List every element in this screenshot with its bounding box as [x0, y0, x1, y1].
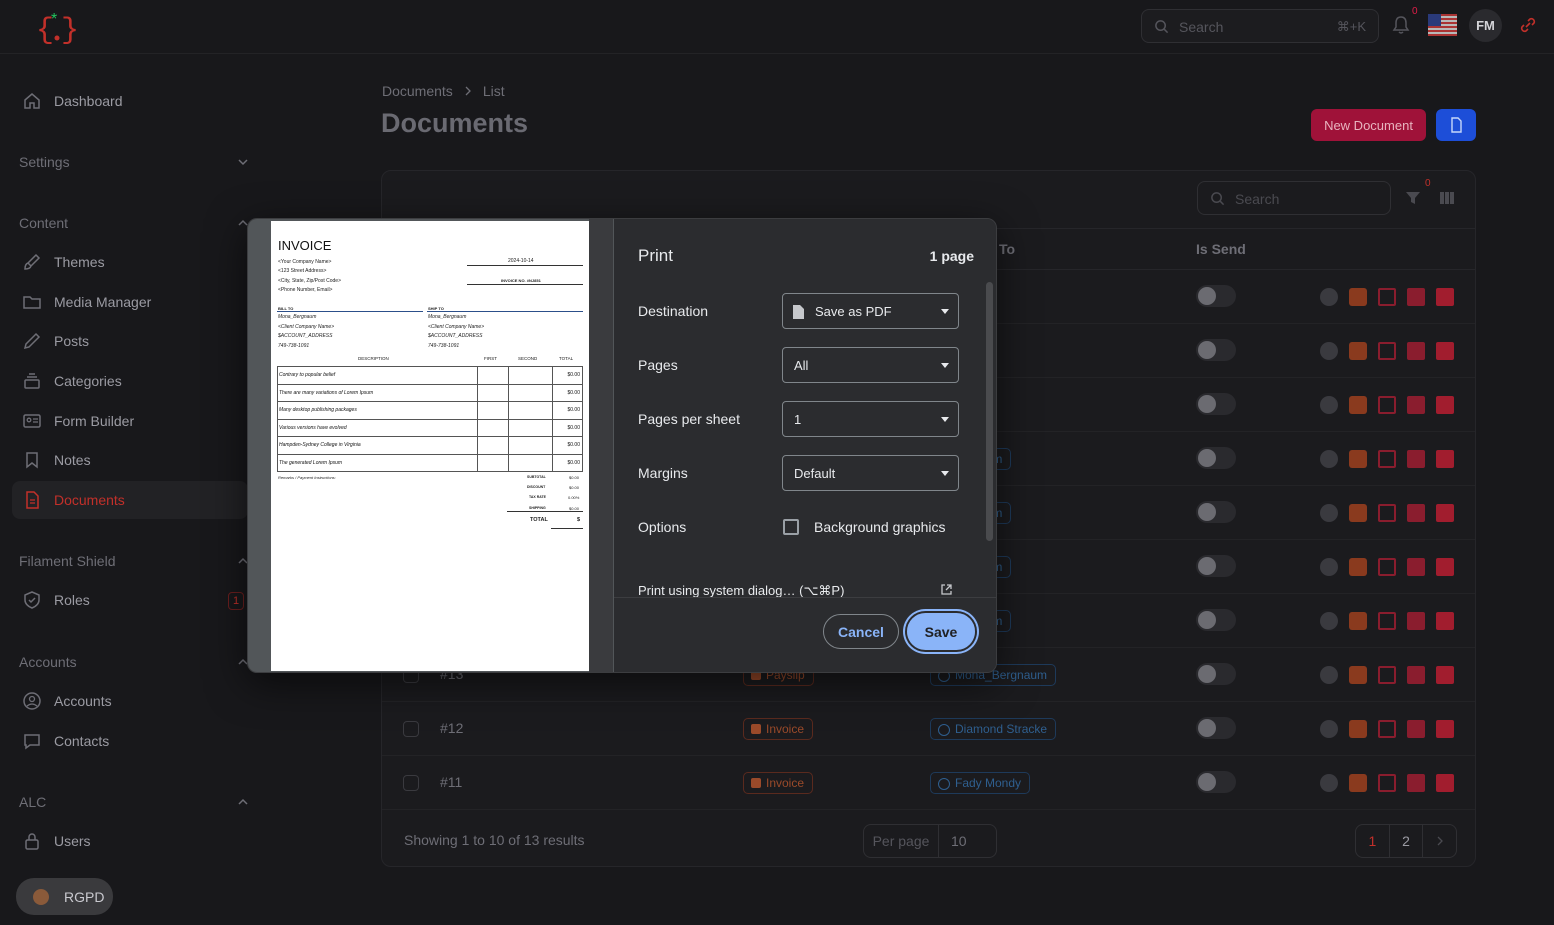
- discount-value: $0.00: [569, 485, 580, 490]
- invoice-title: INVOICE: [278, 238, 332, 253]
- item-first: [477, 453, 509, 472]
- item-description: Hampden-Sydney College in Virginia: [277, 436, 478, 455]
- margins-label: Margins: [638, 465, 688, 481]
- invoice-street: <123 Street Address>: [278, 268, 327, 274]
- invoice-number: INVOICE NO. #NJ851: [501, 278, 541, 283]
- invoice-item-row: There are many variations of Lorem Ipsum…: [277, 383, 583, 402]
- item-first: [477, 418, 509, 437]
- item-second: [508, 383, 553, 402]
- total-label: TOTAL: [530, 517, 548, 523]
- divider: [551, 528, 583, 529]
- invoice-item-row: Many desktop publishing packages $0.00: [277, 401, 583, 420]
- destination-select[interactable]: Save as PDF: [782, 293, 959, 329]
- cancel-button[interactable]: Cancel: [823, 614, 899, 649]
- bill-name: Mona_Bergnaum: [278, 314, 317, 320]
- save-button[interactable]: Save: [907, 613, 975, 650]
- item-first: [477, 401, 509, 420]
- total-value: $: [577, 517, 581, 523]
- divider: [427, 311, 583, 312]
- print-dialog: INVOICE <Your Company Name> <123 Street …: [247, 218, 997, 673]
- background-graphics-checkbox[interactable]: [783, 519, 799, 535]
- invoice-item-row: Hampden-Sydney College in Virginia $0.00: [277, 436, 583, 455]
- margins-select[interactable]: Default: [782, 455, 959, 491]
- bill-phone: 749-738-1091: [278, 343, 310, 349]
- item-total: $0.00: [552, 436, 583, 455]
- divider: [467, 265, 583, 266]
- pages-per-sheet-label: Pages per sheet: [638, 411, 740, 427]
- page-count: 1 page: [929, 248, 974, 264]
- item-first: [477, 436, 509, 455]
- invoice-items-table: Contrary to popular belief $0.00 There ar…: [277, 366, 583, 472]
- column-total: TOTAL: [559, 356, 574, 361]
- destination-value: Save as PDF: [815, 303, 892, 319]
- item-total: $0.00: [552, 366, 583, 385]
- invoice-item-row: Various versions have evolved $0.00: [277, 418, 583, 437]
- pages-per-sheet-value: 1: [794, 411, 802, 427]
- item-total: $0.00: [552, 401, 583, 420]
- divider: [507, 511, 583, 512]
- shipping-label: SHIPPING: [529, 506, 546, 510]
- ship-address: $ACCOUNT_ADDRESS: [428, 333, 483, 339]
- divider: [614, 597, 996, 598]
- bill-company: <Client Company Name>: [278, 324, 335, 330]
- margins-value: Default: [794, 465, 836, 481]
- subtotal-label: SUBTOTAL: [527, 475, 546, 479]
- item-description: Various versions have evolved: [277, 418, 478, 437]
- item-total: $0.00: [552, 383, 583, 402]
- print-settings-panel: Print 1 page Destination Save as PDF Pag…: [614, 219, 996, 672]
- item-description: Many desktop publishing packages: [277, 401, 478, 420]
- divider: [467, 284, 583, 285]
- item-description: There are many variations of Lorem Ipsum: [277, 383, 478, 402]
- item-second: [508, 401, 553, 420]
- invoice-date: 2024-10-14: [508, 258, 534, 264]
- options-label: Options: [638, 519, 687, 535]
- item-description: Contrary to popular belief: [277, 366, 478, 385]
- caret-down-icon: [941, 363, 949, 368]
- print-preview: INVOICE <Your Company Name> <123 Street …: [248, 219, 614, 672]
- background-graphics-label[interactable]: Background graphics: [814, 519, 946, 535]
- item-second: [508, 418, 553, 437]
- external-link-icon[interactable]: [940, 583, 953, 596]
- item-first: [477, 366, 509, 385]
- ship-phone: 749-738-1091: [428, 343, 460, 349]
- column-first: FIRST: [484, 356, 497, 361]
- file-icon: [793, 305, 804, 319]
- settings-scrollbar[interactable]: [986, 282, 993, 541]
- invoice-page-preview: INVOICE <Your Company Name> <123 Street …: [271, 221, 589, 671]
- item-total: $0.00: [552, 453, 583, 472]
- invoice-city: <City, State, Zip/Post Code>: [278, 278, 341, 284]
- pages-value: All: [794, 357, 809, 373]
- remarks-label: Remarks / Payment Instructions:: [278, 475, 336, 480]
- discount-label: DISCOUNT: [527, 485, 546, 489]
- caret-down-icon: [941, 309, 949, 314]
- caret-down-icon: [941, 417, 949, 422]
- ship-company: <Client Company Name>: [428, 324, 485, 330]
- item-second: [508, 436, 553, 455]
- invoice-item-row: Contrary to popular belief $0.00: [277, 366, 583, 385]
- pages-per-sheet-select[interactable]: 1: [782, 401, 959, 437]
- item-first: [477, 383, 509, 402]
- item-total: $0.00: [552, 418, 583, 437]
- tax-rate-value: 0.00%: [568, 495, 580, 500]
- tax-rate-label: TAX RATE: [529, 495, 546, 499]
- destination-label: Destination: [638, 303, 709, 319]
- column-description: DESCRIPTION: [358, 356, 389, 361]
- pages-select[interactable]: All: [782, 347, 959, 383]
- item-second: [508, 453, 553, 472]
- item-description: The generated Lorem Ipsum: [277, 453, 478, 472]
- pages-label: Pages: [638, 357, 678, 373]
- invoice-item-row: The generated Lorem Ipsum $0.00: [277, 453, 583, 472]
- print-dialog-title: Print: [638, 246, 673, 265]
- invoice-company: <Your Company Name>: [278, 259, 332, 265]
- bill-address: $ACCOUNT_ADDRESS: [278, 333, 333, 339]
- caret-down-icon: [941, 471, 949, 476]
- item-second: [508, 366, 553, 385]
- column-second: SECOND: [518, 356, 538, 361]
- divider: [277, 311, 423, 312]
- subtotal-value: $0.00: [569, 475, 580, 480]
- ship-name: Mona_Bergnaum: [428, 314, 467, 320]
- invoice-phone: <Phone Number, Email>: [278, 287, 333, 293]
- preview-scrollbar[interactable]: [589, 219, 613, 672]
